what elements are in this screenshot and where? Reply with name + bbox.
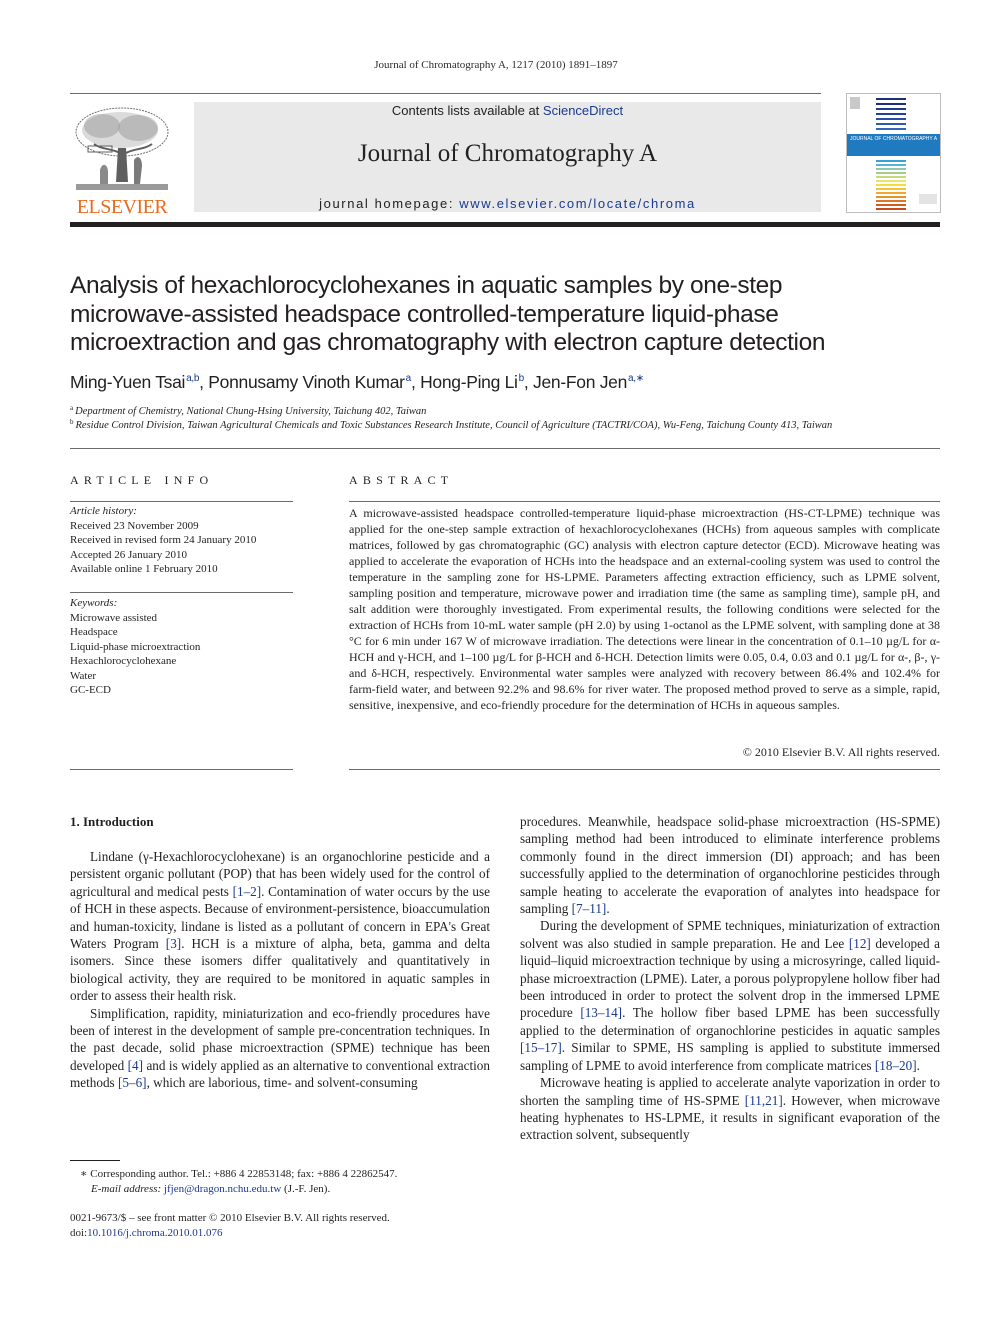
- affiliation-text: Residue Control Division, Taiwan Agricul…: [75, 420, 833, 431]
- journal-name: Journal of Chromatography A: [357, 140, 658, 167]
- abstract-bottom-rule: [349, 769, 940, 770]
- title-line: Analysis of hexachlorocyclohexanes in aq…: [70, 272, 783, 299]
- author-affiliation-mark[interactable]: a,∗: [628, 373, 644, 384]
- author-name[interactable]: Ming-Yuen Tsai: [70, 372, 185, 392]
- abstract-heading: ABSTRACT: [349, 473, 454, 487]
- front-matter-footnote: 0021-9673/$ – see front matter © 2010 El…: [70, 1211, 500, 1240]
- cover-title: JOURNAL OF CHROMATOGRAPHY A: [850, 136, 938, 142]
- sciencedirect-link[interactable]: ScienceDirect: [543, 103, 623, 118]
- footnote-rule: [70, 1160, 120, 1161]
- keywords-block: Keywords: Microwave assisted Headspace L…: [70, 596, 295, 698]
- front-matter-line: 0021-9673/$ – see front matter © 2010 El…: [70, 1212, 390, 1224]
- article-info-heading: ARTICLE INFO: [70, 473, 214, 487]
- keyword: GC-ECD: [70, 684, 111, 696]
- running-head: Journal of Chromatography A, 1217 (2010)…: [374, 59, 618, 71]
- homepage-prefix: journal homepage:: [319, 196, 460, 211]
- author-separator: ,: [410, 372, 421, 392]
- keyword: Headspace: [70, 626, 118, 638]
- doi-link[interactable]: 10.1016/j.chroma.2010.01.076: [87, 1227, 222, 1239]
- cover-elsevier-icon: [850, 97, 860, 109]
- author-separator: ,: [523, 372, 534, 392]
- keyword: Hexachlorocyclohexane: [70, 655, 177, 667]
- abstract-text: A microwave-assisted headspace controlle…: [349, 506, 940, 712]
- masthead-top-rule: [70, 93, 821, 94]
- history-item: Received in revised form 24 January 2010: [70, 534, 257, 546]
- article-title: Analysis of hexachlorocyclohexanes in aq…: [70, 272, 930, 358]
- email-label: E-mail address:: [91, 1182, 164, 1195]
- body-paragraph: Lindane (γ-Hexachlorocyclohexane) is an …: [70, 849, 491, 1004]
- citation-link[interactable]: [4]: [128, 1058, 143, 1073]
- affiliation-mark: a: [70, 404, 74, 412]
- doi-label: doi:: [70, 1226, 88, 1239]
- article-history-label: Article history:: [70, 505, 137, 517]
- author-name[interactable]: Hong-Ping Li: [420, 372, 518, 392]
- article-history: Article history: Received 23 November 20…: [70, 504, 295, 577]
- email-suffix: (J.-F. Jen).: [281, 1182, 331, 1195]
- elsevier-wordmark: ELSEVIER: [76, 196, 168, 218]
- abstract-rule: [349, 501, 940, 502]
- citation-link[interactable]: [5–6]: [118, 1075, 147, 1090]
- affiliation-a: a Department of Chemistry, National Chung…: [70, 404, 940, 417]
- corresponding-author-line: ∗ Corresponding author. Tel.: +886 4 228…: [80, 1168, 398, 1180]
- citation-link[interactable]: [11,21]: [745, 1093, 783, 1108]
- body-paragraph: Microwave heating is applied to accelera…: [520, 1075, 940, 1143]
- abstract-copyright: © 2010 Elsevier B.V. All rights reserved…: [742, 745, 940, 759]
- author-name[interactable]: Ponnusamy Vinoth Kumar: [208, 372, 405, 392]
- elsevier-tree-icon: [75, 107, 169, 190]
- elsevier-logo[interactable]: ELSEVIER: [70, 104, 174, 218]
- body-paragraph: During the development of SPME technique…: [520, 918, 941, 1073]
- author-affiliation-mark[interactable]: a,b: [186, 373, 199, 384]
- contents-line: Contents lists available at ScienceDirec…: [194, 103, 821, 118]
- author-separator: ,: [199, 372, 209, 392]
- cover-publisher-tag: [919, 194, 937, 204]
- history-item: Received 23 November 2009: [70, 519, 199, 532]
- corresponding-author-footnote: ∗ Corresponding author. Tel.: +886 4 228…: [70, 1167, 500, 1196]
- article-info-rule: [70, 501, 293, 502]
- affiliation-b: b Residue Control Division, Taiwan Agricu…: [70, 418, 940, 431]
- title-line: microextraction and gas chromatography w…: [70, 329, 826, 356]
- keywords-label: Keywords:: [70, 597, 118, 609]
- title-line: microwave-assisted headspace controlled-…: [70, 300, 779, 328]
- contents-prefix: Contents lists available at: [391, 103, 543, 118]
- keyword: Water: [70, 669, 96, 682]
- citation-link[interactable]: [1–2]: [233, 884, 262, 899]
- citation-link[interactable]: [7–11]: [572, 901, 607, 916]
- citation-link[interactable]: [3]: [166, 936, 181, 951]
- email-link[interactable]: jfjen@dragon.nchu.edu.tw: [164, 1183, 281, 1195]
- email-line: E-mail address: jfjen@dragon.nchu.edu.tw…: [70, 1182, 500, 1197]
- author-list: Ming-Yuen Tsaia,b, Ponnusamy Vinoth Kuma…: [70, 372, 930, 393]
- journal-cover-thumbnail[interactable]: JOURNAL OF CHROMATOGRAPHY A: [846, 93, 941, 213]
- author-name[interactable]: Jen-Fon Jen: [533, 372, 627, 392]
- citation-link[interactable]: [15–17]: [520, 1040, 562, 1055]
- masthead-bottom-rule: [70, 222, 940, 227]
- citation-link[interactable]: [18–20]: [875, 1058, 917, 1073]
- journal-homepage: journal homepage: www.elsevier.com/locat…: [194, 196, 821, 211]
- affiliation-text: Department of Chemistry, National Chung-…: [75, 406, 427, 417]
- citation-link[interactable]: [13–14]: [580, 1005, 622, 1020]
- body-paragraph: procedures. Meanwhile, headspace solid-p…: [520, 814, 940, 917]
- keywords-rule: [70, 592, 293, 593]
- section-heading-introduction: 1. Introduction: [70, 814, 154, 829]
- citation-link[interactable]: [12]: [849, 936, 871, 951]
- affiliation-mark: b: [70, 418, 74, 426]
- history-item: Accepted 26 January 2010: [70, 548, 187, 561]
- homepage-link[interactable]: www.elsevier.com/locate/chroma: [459, 196, 696, 211]
- body-paragraph: Simplification, rapidity, miniaturizatio…: [70, 1005, 490, 1091]
- header-divider: [70, 448, 940, 449]
- keyword: Liquid-phase microextraction: [70, 640, 201, 653]
- body-column-left: Lindane (γ-Hexachlorocyclohexane) is an …: [70, 848, 490, 1092]
- article-info-bottom-rule: [70, 769, 293, 770]
- doi-line: doi:10.1016/j.chroma.2010.01.076: [70, 1226, 500, 1241]
- body-column-right: procedures. Meanwhile, headspace solid-p…: [520, 813, 940, 1144]
- history-item: Available online 1 February 2010: [70, 563, 218, 575]
- keyword: Microwave assisted: [70, 611, 158, 624]
